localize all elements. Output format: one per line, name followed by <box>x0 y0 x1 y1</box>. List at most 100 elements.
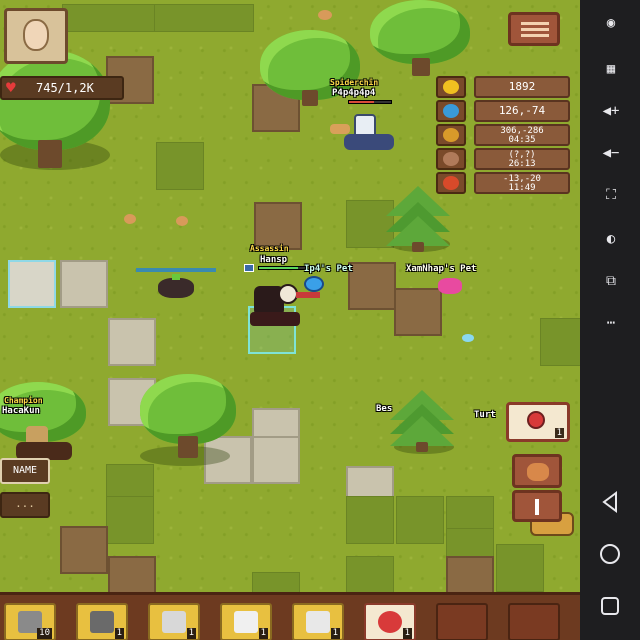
slot-count: 10 <box>37 628 52 639</box>
back-icon[interactable] <box>598 490 622 514</box>
npc-name: Turt <box>474 410 496 420</box>
hotbar-slot[interactable] <box>436 603 488 640</box>
gold-coin-icon <box>436 76 466 98</box>
stone-tile <box>108 318 156 366</box>
stat-row-world: 126,-74 <box>436 100 572 122</box>
pink-pet <box>438 278 462 294</box>
stat-value-position: 306,-286 04:35 <box>474 124 570 146</box>
dirt-tile <box>348 262 396 310</box>
stat-value-map: (?,?) 26:13 <box>474 148 570 170</box>
android-nav-bar: ◉ ▦ ◀+ ◀− ⛶ ◐ ⧉ ⋯ <box>580 0 640 640</box>
compass-icon <box>436 124 466 146</box>
pet-name: XamNhap's Pet <box>406 264 477 274</box>
hotbar-slot[interactable]: 1 <box>76 603 128 640</box>
bag-icon <box>527 463 549 481</box>
slot-count: 1 <box>186 628 196 639</box>
helmet-icon <box>90 611 114 633</box>
keyboard-icon[interactable]: ▦ <box>600 60 622 78</box>
sword-icon <box>162 611 186 633</box>
heart-icon: ♥ <box>6 78 16 97</box>
tree <box>140 374 240 464</box>
player-character[interactable] <box>2 422 78 462</box>
player-name: P4p4p4p4 <box>332 88 376 98</box>
grass-patch <box>540 318 580 366</box>
potion-icon <box>527 411 545 429</box>
stone-tile <box>252 436 300 484</box>
hotbar-slot[interactable]: 1 <box>364 603 416 640</box>
npc-name: Bes <box>376 404 393 414</box>
chat-button[interactable]: ... <box>0 492 50 518</box>
globe-icon <box>436 100 466 122</box>
stat-value-event: -13,-20 11:49 <box>474 172 570 194</box>
grass-patch <box>496 544 544 592</box>
player-on-mount[interactable] <box>330 110 400 158</box>
player-guild-tag: Spiderchin <box>330 78 379 87</box>
quick-potion-button[interactable]: 1 <box>506 402 570 442</box>
hotbar-slot[interactable]: 10 <box>4 603 56 640</box>
slot-count: 1 <box>402 628 412 639</box>
home-icon[interactable] <box>598 542 622 566</box>
hp-text: 745/1,2K <box>36 81 94 95</box>
ground-item[interactable] <box>318 10 332 20</box>
action-icon <box>535 499 539 515</box>
menu-button[interactable] <box>508 12 560 46</box>
player-guild-tag: Assassin <box>250 244 289 253</box>
player-avatar[interactable] <box>4 8 68 64</box>
stat-line: 1892 <box>508 80 536 93</box>
ground-item[interactable] <box>124 214 136 224</box>
hp-display: ♥ 745/1,2K <box>0 76 124 100</box>
avatar-face <box>23 19 49 51</box>
player-guild-tag: Champion <box>4 396 43 405</box>
potion-count: 1 <box>554 428 564 438</box>
level-badge-icon <box>244 264 254 272</box>
blue-pet <box>304 276 324 292</box>
action-button[interactable] <box>512 490 562 522</box>
ground-item[interactable] <box>462 334 474 342</box>
main-player-hp-bar <box>258 266 306 270</box>
dirt-tile <box>394 288 442 336</box>
stat-timer: 04:35 <box>508 135 536 145</box>
screenshot-icon[interactable]: ⛶ <box>600 186 622 204</box>
more-icon[interactable]: ⋯ <box>600 314 622 332</box>
game-world[interactable]: Spiderchin P4p4p4p4 Assassin Hansp Ip4's… <box>0 0 580 640</box>
grass-patch <box>156 142 204 190</box>
player-name: HacaKun <box>2 406 40 416</box>
stat-row-event: -13,-20 11:49 <box>436 172 572 194</box>
grass-patch <box>396 496 444 544</box>
grass-patch <box>62 4 162 32</box>
grass-patch <box>346 496 394 544</box>
hotbar-slot[interactable]: 1 <box>292 603 344 640</box>
slot-count: 1 <box>330 628 340 639</box>
stat-row-gold: 1892 <box>436 76 572 98</box>
multi-window-icon[interactable]: ⧉ <box>600 272 622 290</box>
stat-value-world: 126,-74 <box>474 100 570 122</box>
slot-count: 1 <box>258 628 268 639</box>
stone-tile <box>60 260 108 308</box>
volume-down-icon[interactable]: ◀− <box>600 144 622 162</box>
ground-item[interactable] <box>176 216 188 226</box>
dark-creature-pet[interactable] <box>158 274 198 298</box>
recents-icon[interactable] <box>598 594 622 618</box>
bone-icon <box>306 611 330 633</box>
grass-patch <box>106 496 154 544</box>
dirt-tile <box>254 202 302 250</box>
tree <box>360 0 480 80</box>
chest-icon <box>436 172 466 194</box>
hat-icon <box>234 611 258 633</box>
volume-up-icon[interactable]: ◀+ <box>600 102 622 120</box>
hotbar-slot[interactable] <box>508 603 560 640</box>
rotate-icon[interactable]: ◐ <box>600 230 622 248</box>
hotbar-slot[interactable]: 1 <box>220 603 272 640</box>
slot-count: 1 <box>114 628 124 639</box>
stats-panel: 1892 126,-74 306,-286 04:35 (?,?) 26:13 -13,-2… <box>436 76 572 196</box>
stat-timer: 26:13 <box>508 159 536 169</box>
bag-button[interactable] <box>512 454 562 488</box>
hotbar-slot[interactable]: 1 <box>148 603 200 640</box>
stat-value-gold: 1892 <box>474 76 570 98</box>
stat-row-map: (?,?) 26:13 <box>436 148 572 170</box>
main-player-name: Hansp <box>260 255 288 265</box>
potion-icon <box>378 611 402 633</box>
eye-icon[interactable]: ◉ <box>600 14 622 32</box>
menu-icon <box>521 22 549 25</box>
name-toggle-button[interactable]: NAME <box>0 458 50 484</box>
